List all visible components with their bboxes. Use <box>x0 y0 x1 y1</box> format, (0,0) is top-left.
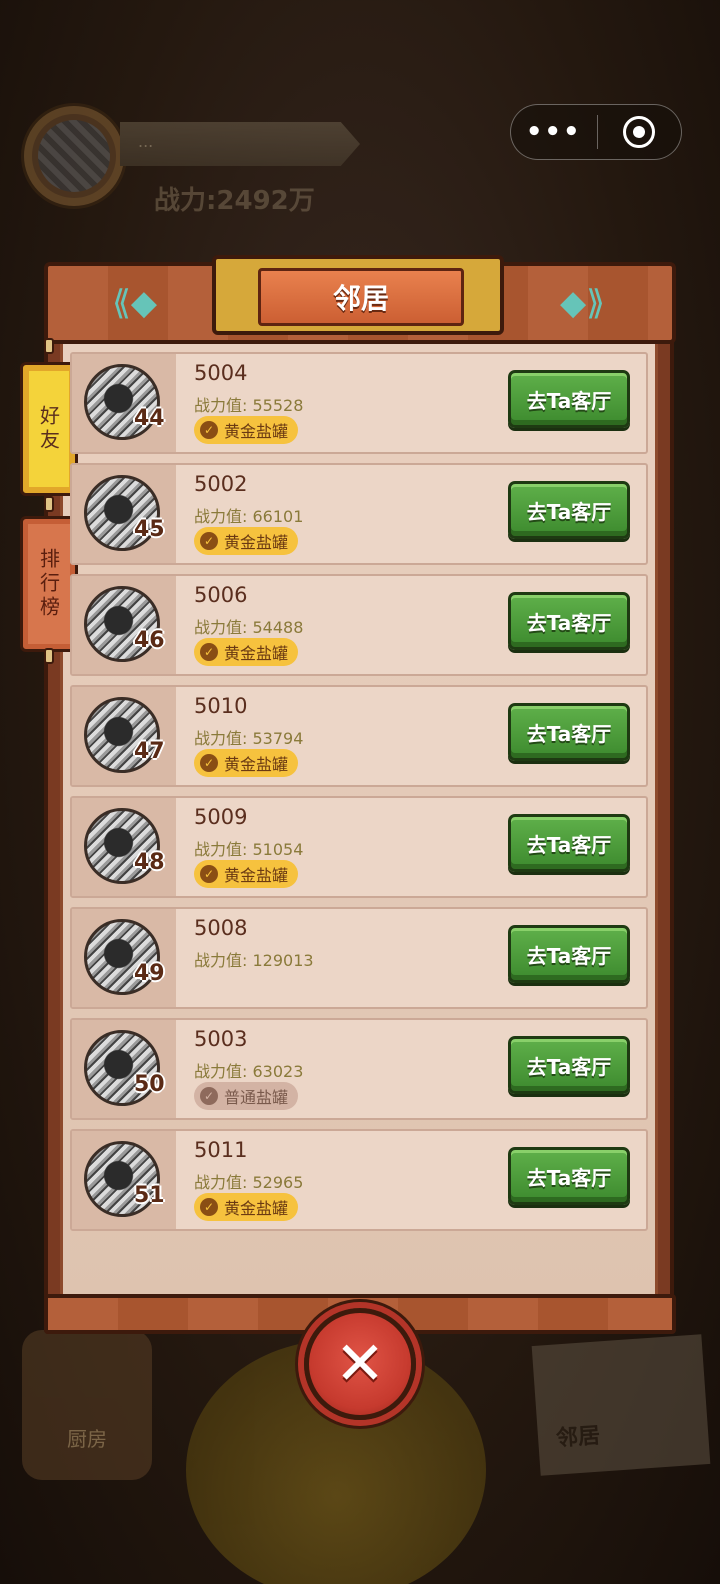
neighbor-name: 5004 <box>194 361 248 385</box>
badge-label: 黄金盐罐 <box>224 644 289 663</box>
badge-label: 黄金盐罐 <box>224 1199 289 1218</box>
neighbor-row: 49 5008 战力值: 129013 去Ta客厅 <box>70 907 648 1009</box>
avatar-pane: 45 <box>72 465 176 563</box>
power-value: 战力值: 53794 <box>194 729 304 748</box>
neighbor-row: 51 5011 战力值: 52965 ✓ 黄金盐罐 去Ta客厅 <box>70 1129 648 1231</box>
neighbor-row: 45 5002 战力值: 66101 ✓ 黄金盐罐 去Ta客厅 <box>70 463 648 565</box>
rank-number: 50 <box>134 1072 165 1097</box>
fish-icon: ⟪◆ <box>112 283 158 323</box>
kitchen-label: 厨房 <box>67 1427 107 1451</box>
tab-pin <box>44 338 54 354</box>
check-icon: ✓ <box>200 754 218 772</box>
check-icon: ✓ <box>200 532 218 550</box>
close-x-icon: ✕ <box>334 1329 386 1399</box>
tab-pin <box>44 648 54 664</box>
tab-pin <box>44 496 54 512</box>
salt-jar-badge: ✓ 黄金盐罐 <box>194 527 299 555</box>
visit-living-room-button[interactable]: 去Ta客厅 <box>508 814 630 872</box>
neighbor-name: 5010 <box>194 694 248 718</box>
neighbor-shortcut: 邻居 <box>531 1334 711 1476</box>
neighbor-row: 46 5006 战力值: 54488 ✓ 黄金盐罐 去Ta客厅 <box>70 574 648 676</box>
fish-icon: ◆⟫ <box>560 283 606 323</box>
avatar-pane: 44 <box>72 354 176 452</box>
neighbor-name: 5006 <box>194 583 248 607</box>
exit-button[interactable] <box>598 105 682 159</box>
miniprogram-capsule: ••• <box>510 104 682 160</box>
visit-living-room-button[interactable]: 去Ta客厅 <box>508 1147 630 1205</box>
salt-jar-badge: ✓ 黄金盐罐 <box>194 638 299 666</box>
check-icon: ✓ <box>200 643 218 661</box>
badge-label: 黄金盐罐 <box>224 755 289 774</box>
visit-living-room-button[interactable]: 去Ta客厅 <box>508 592 630 650</box>
modal-title: 邻居 <box>258 268 464 326</box>
rank-number: 44 <box>134 406 165 431</box>
avatar-pane: 50 <box>72 1020 176 1118</box>
neighbor-label: 邻居 <box>555 1423 602 1452</box>
check-icon: ✓ <box>200 421 218 439</box>
kitchen-shortcut: 厨房 <box>22 1330 152 1480</box>
power-value: 战力值: 55528 <box>194 396 304 415</box>
player-power: 战力:2492万 <box>154 186 315 216</box>
target-circle-icon <box>623 116 656 148</box>
neighbor-list[interactable]: 44 5004 战力值: 55528 ✓ 黄金盐罐 去Ta客厅 45 5002 … <box>70 352 648 1240</box>
power-value: 战力值: 51054 <box>194 840 304 859</box>
badge-label: 黄金盐罐 <box>224 533 289 552</box>
rank-number: 49 <box>134 961 165 986</box>
player-name-ribbon: ... <box>120 122 360 166</box>
badge-label: 黄金盐罐 <box>224 866 289 885</box>
salt-jar-badge: ✓ 黄金盐罐 <box>194 749 299 777</box>
neighbor-name: 5008 <box>194 916 248 940</box>
avatar-pane: 47 <box>72 687 176 785</box>
neighbor-row: 50 5003 战力值: 63023 ✓ 普通盐罐 去Ta客厅 <box>70 1018 648 1120</box>
neighbor-row: 48 5009 战力值: 51054 ✓ 黄金盐罐 去Ta客厅 <box>70 796 648 898</box>
power-value: 战力值: 52965 <box>194 1173 304 1192</box>
salt-jar-badge: ✓ 黄金盐罐 <box>194 860 299 888</box>
check-icon: ✓ <box>200 1198 218 1216</box>
neighbor-name: 5009 <box>194 805 248 829</box>
power-value: 战力值: 63023 <box>194 1062 304 1081</box>
rank-number: 47 <box>134 739 165 764</box>
visit-living-room-button[interactable]: 去Ta客厅 <box>508 703 630 761</box>
visit-living-room-button[interactable]: 去Ta客厅 <box>508 481 630 539</box>
rank-number: 45 <box>134 517 165 542</box>
rank-number: 48 <box>134 850 165 875</box>
rank-number: 46 <box>134 628 165 653</box>
visit-living-room-button[interactable]: 去Ta客厅 <box>508 925 630 983</box>
avatar-pane: 48 <box>72 798 176 896</box>
rank-number: 51 <box>134 1183 165 1208</box>
visit-living-room-button[interactable]: 去Ta客厅 <box>508 1036 630 1094</box>
check-icon: ✓ <box>200 1087 218 1105</box>
neighbor-row: 47 5010 战力值: 53794 ✓ 黄金盐罐 去Ta客厅 <box>70 685 648 787</box>
neighbor-name: 5011 <box>194 1138 248 1162</box>
avatar-pane: 49 <box>72 909 176 1007</box>
power-value: 战力值: 66101 <box>194 507 304 526</box>
check-icon: ✓ <box>200 865 218 883</box>
salt-jar-badge: ✓ 普通盐罐 <box>194 1082 299 1110</box>
neighbor-row: 44 5004 战力值: 55528 ✓ 黄金盐罐 去Ta客厅 <box>70 352 648 454</box>
neighbor-name: 5002 <box>194 472 248 496</box>
visit-living-room-button[interactable]: 去Ta客厅 <box>508 370 630 428</box>
badge-label: 黄金盐罐 <box>224 422 289 441</box>
neighbor-name: 5003 <box>194 1027 248 1051</box>
more-dots-icon[interactable]: ••• <box>511 105 597 159</box>
power-value: 战力值: 54488 <box>194 618 304 637</box>
close-button[interactable]: ✕ <box>304 1308 416 1420</box>
salt-jar-badge: ✓ 黄金盐罐 <box>194 416 299 444</box>
player-avatar <box>24 106 124 206</box>
salt-jar-badge: ✓ 黄金盐罐 <box>194 1193 299 1221</box>
avatar-pane: 46 <box>72 576 176 674</box>
power-value: 战力值: 129013 <box>194 951 314 970</box>
avatar-pane: 51 <box>72 1131 176 1229</box>
badge-label: 普通盐罐 <box>224 1088 289 1107</box>
